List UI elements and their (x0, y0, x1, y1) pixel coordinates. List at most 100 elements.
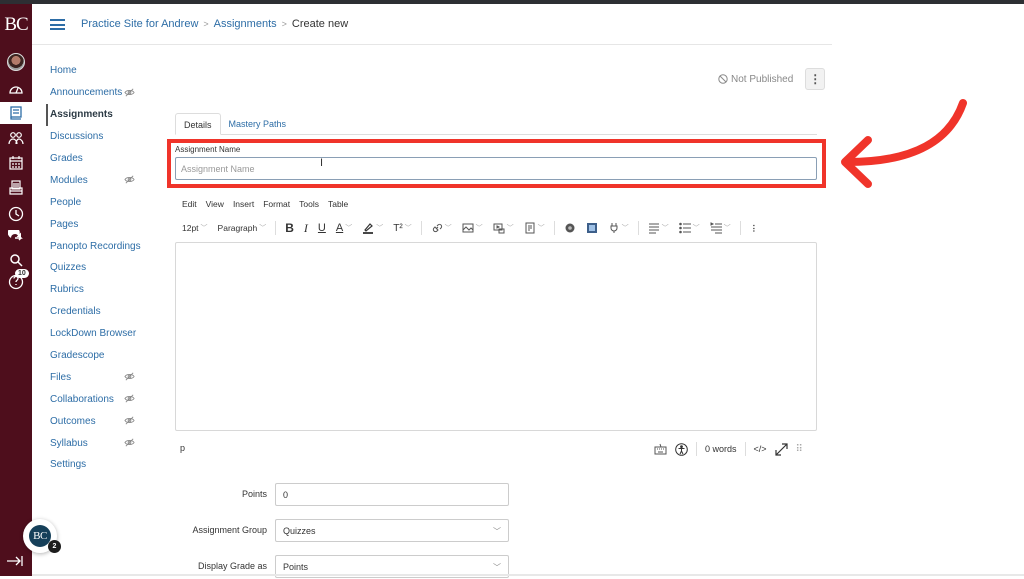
italic-button[interactable]: I (299, 219, 313, 237)
course-nav-item-lockdown-browser[interactable]: LockDown Browser (46, 323, 146, 345)
global-nav-help[interactable]: 10 (0, 269, 32, 293)
course-nav-item-pages[interactable]: Pages (46, 213, 146, 235)
global-nav-commons[interactable] (0, 227, 32, 249)
course-nav-item-settings[interactable]: Settings (46, 454, 146, 476)
font-size-select[interactable]: 12pt ﹀ (182, 219, 213, 237)
annotation-arrow-icon (841, 99, 967, 188)
text-color-button[interactable]: A ﹀ (331, 219, 357, 237)
tab-details[interactable]: Details (175, 113, 221, 135)
block-format-select[interactable]: Paragraph ﹀ (213, 219, 272, 237)
image-button[interactable]: ﹀ (457, 219, 488, 237)
tool-button-2[interactable] (581, 219, 603, 237)
course-nav-item-assignments[interactable]: Assignments (46, 103, 146, 126)
course-nav-item-grades[interactable]: Grades (46, 148, 146, 170)
course-nav-item-files[interactable]: Files (46, 366, 146, 388)
bold-button[interactable]: B (280, 219, 299, 237)
course-nav-label: Assignments (50, 109, 113, 121)
hamburger-menu-icon[interactable] (50, 19, 65, 30)
global-nav-calendar[interactable] (0, 152, 32, 174)
chevron-down-icon: ﹀ (723, 225, 731, 232)
global-nav-history[interactable] (0, 203, 32, 225)
global-nav-dashboard[interactable] (0, 78, 32, 100)
breadcrumb-assignments[interactable]: Assignments (214, 18, 277, 30)
toolbar-divider (420, 221, 422, 235)
breadcrumb-separator-icon: > (203, 19, 209, 29)
course-nav-item-gradescope[interactable]: Gradescope (46, 345, 146, 367)
course-nav-item-credentials[interactable]: Credentials (46, 301, 146, 323)
tool-button-1[interactable] (559, 219, 581, 237)
course-nav-item-announcements[interactable]: Announcements (46, 82, 146, 104)
menu-insert[interactable]: Insert (233, 199, 254, 209)
highlight-color-button[interactable]: ﹀ (357, 219, 388, 237)
global-nav-studio[interactable] (0, 249, 32, 271)
chevron-down-icon: ﹀ (404, 225, 412, 232)
editor-toolbar: 12pt ﹀ Paragraph ﹀ B I U A ﹀ ﹀ T² ﹀ ﹀ ﹀ ﹀ ﹀ … (182, 219, 763, 237)
course-nav-item-collaborations[interactable]: Collaborations (46, 388, 146, 410)
menu-format[interactable]: Format (263, 199, 290, 209)
course-nav-item-home[interactable]: Home (46, 60, 146, 82)
superscript-button[interactable]: T² ﹀ (388, 219, 416, 237)
course-nav-label: Modules (50, 174, 88, 186)
global-nav-groups[interactable] (0, 127, 32, 149)
menu-view[interactable]: View (206, 199, 224, 209)
global-nav-inbox[interactable] (0, 177, 32, 199)
html-editor-toggle[interactable]: </> (754, 444, 767, 454)
tab-mastery-paths[interactable]: Mastery Paths (221, 113, 295, 135)
apps-button[interactable]: ﹀ (603, 219, 634, 237)
course-nav-item-discussions[interactable]: Discussions (46, 126, 146, 148)
course-nav-item-quizzes[interactable]: Quizzes (46, 257, 146, 279)
indent-button[interactable]: ﹀ (705, 219, 736, 237)
menu-edit[interactable]: Edit (182, 199, 197, 209)
institution-logo[interactable]: BC (0, 14, 32, 36)
course-nav-label: Pages (50, 218, 79, 230)
image-icon (462, 223, 474, 233)
list-button[interactable]: ﹀ (674, 219, 705, 237)
course-nav-item-syllabus[interactable]: Syllabus (46, 432, 146, 454)
course-nav-label: Home (50, 65, 77, 77)
course-nav-item-people[interactable]: People (46, 191, 146, 213)
collapse-nav-icon[interactable] (6, 554, 24, 570)
breadcrumb: Practice Site for Andrew > Assignments >… (81, 18, 348, 30)
rich-content-editor[interactable] (175, 242, 817, 431)
kebab-icon: ⋮ (749, 222, 759, 233)
accessibility-icon[interactable] (675, 442, 688, 456)
more-toolbar-button[interactable]: ⋮ (745, 219, 764, 237)
inbox-icon (9, 180, 23, 195)
hidden-eye-icon (124, 416, 135, 425)
notification-count-badge: 2 (48, 540, 61, 553)
assignment-group-row: Assignment Group Quizzes ﹀ (175, 519, 515, 543)
annotation-highlight-box (167, 139, 826, 188)
course-nav-label: Gradescope (50, 350, 105, 362)
global-nav-account[interactable] (0, 51, 32, 73)
help-badge: 10 (15, 269, 29, 278)
assignment-group-select[interactable]: Quizzes ﹀ (275, 519, 509, 542)
course-nav-label: Collaborations (50, 393, 114, 405)
toolbar-divider (275, 221, 277, 235)
element-path[interactable]: p (180, 443, 185, 453)
global-nav-courses[interactable] (0, 102, 32, 124)
underline-button[interactable]: U (313, 219, 331, 237)
more-options-button[interactable]: ⋮ (805, 68, 826, 90)
menu-tools[interactable]: Tools (299, 199, 319, 209)
points-input[interactable]: 0 (275, 483, 509, 506)
course-nav-item-modules[interactable]: Modules (46, 169, 146, 191)
course-nav-item-rubrics[interactable]: Rubrics (46, 279, 146, 301)
course-nav-item-outcomes[interactable]: Outcomes (46, 410, 146, 432)
chevron-down-icon: ﹀ (345, 225, 353, 232)
document-button[interactable]: ﹀ (519, 219, 550, 237)
course-nav-label: Panopto Recordings (50, 240, 141, 252)
keyboard-icon[interactable] (654, 443, 667, 456)
menu-table[interactable]: Table (328, 199, 348, 209)
align-button[interactable]: ﹀ (643, 219, 674, 237)
course-nav-item-panopto-recordings[interactable]: Panopto Recordings (46, 235, 146, 257)
word-count[interactable]: 0 words (705, 444, 737, 454)
resize-handle-icon[interactable]: ⠿ (796, 444, 803, 455)
fullscreen-icon[interactable] (774, 442, 788, 456)
link-icon (432, 223, 442, 233)
link-button[interactable]: ﹀ (426, 219, 457, 237)
media-button[interactable]: ﹀ (488, 219, 519, 237)
floating-bc-button[interactable]: BC 2 (23, 519, 61, 553)
italic-icon: I (303, 220, 308, 235)
breadcrumb-course[interactable]: Practice Site for Andrew (81, 18, 198, 30)
calendar-icon (9, 156, 23, 170)
